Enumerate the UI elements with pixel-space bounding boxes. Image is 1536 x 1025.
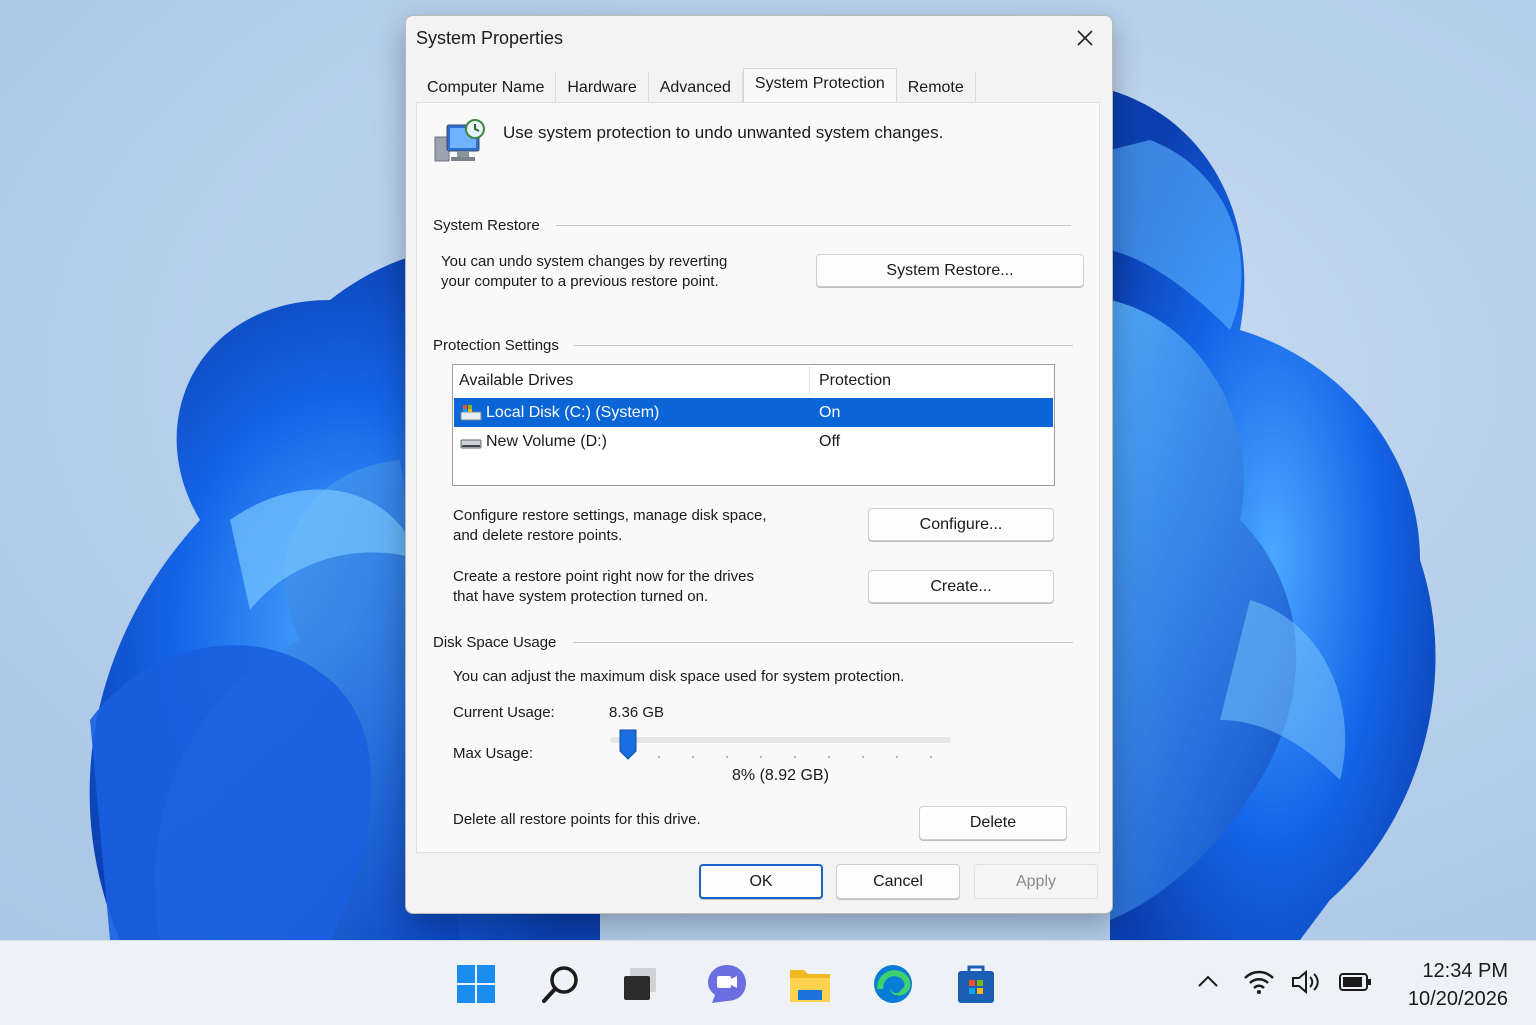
chevron-up-icon[interactable] xyxy=(1196,969,1220,993)
slider-tick xyxy=(658,756,660,758)
column-header-available-drives[interactable]: Available Drives xyxy=(459,365,573,397)
dialog-title: System Properties xyxy=(416,28,564,48)
create-desc-line1: Create a restore point right now for the… xyxy=(453,568,754,585)
system-restore-group-label: System Restore xyxy=(433,217,540,234)
battery-icon[interactable] xyxy=(1338,969,1374,995)
drive-protection-status: On xyxy=(819,404,841,421)
search-icon[interactable] xyxy=(539,963,581,1005)
column-header-protection[interactable]: Protection xyxy=(819,365,891,397)
drive-row-d[interactable]: New Volume (D:) Off xyxy=(454,427,1053,456)
divider xyxy=(556,225,1071,226)
current-usage-label: Current Usage: xyxy=(453,704,555,721)
system-protection-icon xyxy=(434,119,485,162)
wifi-icon[interactable] xyxy=(1243,969,1275,995)
configure-button[interactable]: Configure... xyxy=(868,508,1054,541)
slider-tick xyxy=(760,756,762,758)
close-icon xyxy=(1077,30,1093,46)
ok-button[interactable]: OK xyxy=(699,864,823,899)
edge-icon[interactable] xyxy=(872,963,914,1005)
system-protection-panel: Use system protection to undo unwanted s… xyxy=(416,102,1100,853)
disk-space-desc: You can adjust the maximum disk space us… xyxy=(453,668,905,685)
volume-icon[interactable] xyxy=(1290,969,1324,995)
store-icon[interactable] xyxy=(955,963,997,1005)
max-usage-slider-thumb[interactable] xyxy=(619,729,637,761)
file-explorer-icon[interactable] xyxy=(789,963,831,1005)
intro-text: Use system protection to undo unwanted s… xyxy=(503,123,944,142)
configure-desc-line2: and delete restore points. xyxy=(453,527,623,544)
windows-start-icon[interactable] xyxy=(455,963,497,1005)
drives-list[interactable]: Available Drives Protection Local Disk (… xyxy=(452,364,1055,486)
slider-tick xyxy=(692,756,694,758)
protection-settings-group-label: Protection Settings xyxy=(433,337,559,354)
disk-space-group-label: Disk Space Usage xyxy=(433,634,557,651)
system-restore-button[interactable]: System Restore... xyxy=(816,254,1084,287)
apply-button[interactable]: Apply xyxy=(974,864,1098,899)
clock-date: 10/20/2026 xyxy=(1407,988,1508,1010)
tab-system-protection[interactable]: System Protection xyxy=(742,68,897,103)
system-restore-desc-line1: You can undo system changes by reverting xyxy=(441,253,728,270)
drive-row-c[interactable]: Local Disk (C:) (System) On xyxy=(454,398,1053,427)
delete-desc: Delete all restore points for this drive… xyxy=(453,811,701,828)
tab-hardware[interactable]: Hardware xyxy=(556,72,649,102)
tab-remote[interactable]: Remote xyxy=(897,72,976,102)
create-desc-line2: that have system protection turned on. xyxy=(453,588,709,605)
slider-tick xyxy=(794,756,796,758)
slider-tick xyxy=(896,756,898,758)
drive-name: New Volume (D:) xyxy=(486,433,607,450)
drive-protection-status: Off xyxy=(819,433,841,450)
slider-tick xyxy=(726,756,728,758)
configure-desc-line1: Configure restore settings, manage disk … xyxy=(453,507,767,524)
max-usage-label: Max Usage: xyxy=(453,745,534,762)
system-drive-icon xyxy=(460,405,482,421)
close-button[interactable] xyxy=(1066,22,1104,54)
column-separator xyxy=(809,367,810,395)
max-usage-value: 8% (8.92 GB) xyxy=(732,767,829,784)
divider xyxy=(573,642,1073,643)
max-usage-slider-track[interactable] xyxy=(610,737,951,743)
create-button[interactable]: Create... xyxy=(868,570,1054,603)
cancel-button[interactable]: Cancel xyxy=(836,864,960,899)
slider-tick xyxy=(828,756,830,758)
delete-button[interactable]: Delete xyxy=(919,806,1067,840)
slider-tick xyxy=(930,756,932,758)
taskbar: 12:34 PM 10/20/2026 xyxy=(0,940,1536,1025)
taskbar-clock[interactable]: 12:34 PM 10/20/2026 xyxy=(1408,957,1508,1013)
slider-tick xyxy=(862,756,864,758)
teams-chat-icon[interactable] xyxy=(706,963,748,1005)
tab-computer-name[interactable]: Computer Name xyxy=(416,72,557,102)
tab-strip: Computer Name Hardware Advanced System P… xyxy=(416,68,976,103)
clock-time: 12:34 PM xyxy=(1422,960,1508,982)
current-usage-value: 8.36 GB xyxy=(609,704,665,721)
tab-advanced[interactable]: Advanced xyxy=(649,72,743,102)
drive-icon xyxy=(460,439,482,449)
system-properties-dialog: System Properties Computer Name Hardware… xyxy=(405,15,1113,914)
system-restore-desc-line2: your computer to a previous restore poin… xyxy=(441,273,719,290)
drive-name: Local Disk (C:) (System) xyxy=(486,404,660,421)
task-view-icon[interactable] xyxy=(619,963,661,1005)
divider xyxy=(574,345,1073,346)
